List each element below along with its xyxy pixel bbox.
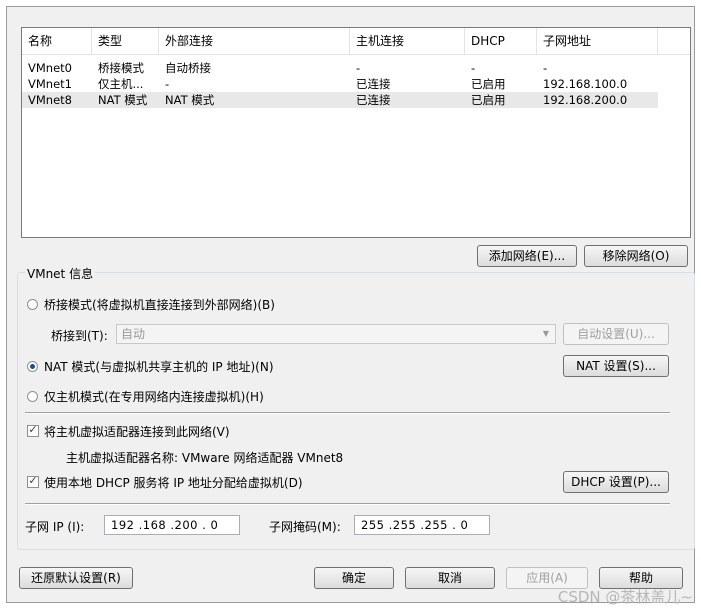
cell-external: NAT 模式 (165, 93, 215, 107)
network-list[interactable]: 名称 类型 外部连接 主机连接 DHCP 子网地址 VMnet0 桥接模式 自动… (21, 27, 691, 238)
network-list-header: 名称 类型 外部连接 主机连接 DHCP 子网地址 (22, 28, 690, 55)
check-icon: ✓ (28, 474, 38, 487)
cell-type: NAT 模式 (98, 93, 148, 107)
remove-network-button[interactable]: 移除网络(O) (584, 245, 688, 267)
nat-mode-label[interactable]: NAT 模式(与虚拟机共享主机的 IP 地址)(N) (44, 358, 274, 375)
chevron-down-icon: ▼ (542, 329, 549, 338)
cell-subnet: 192.168.100.0 (543, 77, 628, 91)
use-dhcp-label[interactable]: 使用本地 DHCP 服务将 IP 地址分配给虚拟机(D) (44, 474, 303, 491)
bridge-to-value: 自动 (121, 327, 146, 341)
divider (25, 412, 670, 414)
cell-host: 已连接 (356, 77, 391, 91)
column-header-host[interactable]: 主机连接 (350, 28, 465, 54)
cell-external: 自动桥接 (165, 61, 211, 75)
hostonly-mode-radio[interactable] (27, 391, 38, 402)
nat-settings-button[interactable]: NAT 设置(S)... (563, 355, 669, 377)
cell-subnet: 192.168.200.0 (543, 93, 628, 107)
watermark: CSDN @茶林盖儿~ (557, 588, 693, 606)
cell-external: - (165, 77, 170, 91)
add-network-button[interactable]: 添加网络(E)... (477, 245, 577, 267)
virtual-network-editor-dialog: 名称 类型 外部连接 主机连接 DHCP 子网地址 VMnet0 桥接模式 自动… (6, 6, 695, 603)
restore-defaults-button[interactable]: 还原默认设置(R) (19, 567, 133, 589)
ok-button[interactable]: 确定 (314, 567, 394, 589)
subnet-ip-input[interactable]: 192 .168 .200 . 0 (104, 515, 240, 535)
use-dhcp-checkbox[interactable]: ✓ (27, 474, 39, 488)
table-row[interactable]: VMnet0 桥接模式 自动桥接 - - - (22, 60, 658, 76)
column-header-name[interactable]: 名称 (22, 28, 92, 54)
cell-subnet: - (543, 61, 548, 75)
nat-mode-radio[interactable] (27, 361, 38, 372)
subnet-ip-label: 子网 IP (I): (25, 520, 85, 534)
column-header-dhcp[interactable]: DHCP (465, 28, 537, 54)
column-header-subnet[interactable]: 子网地址 (537, 28, 658, 54)
cell-type: 桥接模式 (98, 61, 144, 75)
bridge-to-select[interactable]: 自动 ▼ (116, 324, 556, 344)
cell-dhcp: 已启用 (471, 77, 506, 91)
subnet-mask-label: 子网掩码(M): (269, 520, 341, 534)
connect-adapter-label[interactable]: 将主机虚拟适配器连接到此网络(V) (44, 423, 230, 440)
divider (25, 503, 670, 505)
bridged-mode-label[interactable]: 桥接模式(将虚拟机直接连接到外部网络)(B) (44, 296, 275, 313)
bridge-to-label: 桥接到(T): (51, 329, 108, 343)
cell-host: 已连接 (356, 93, 391, 107)
cell-dhcp: - (471, 61, 476, 75)
cell-host: - (356, 61, 361, 75)
auto-settings-button[interactable]: 自动设置(U)... (563, 323, 669, 345)
dhcp-settings-button[interactable]: DHCP 设置(P)... (563, 471, 669, 493)
cell-dhcp: 已启用 (471, 93, 506, 107)
cell-name: VMnet8 (28, 93, 72, 107)
connect-adapter-checkbox[interactable]: ✓ (27, 423, 39, 437)
hostonly-mode-label[interactable]: 仅主机模式(在专用网络内连接虚拟机)(H) (44, 388, 264, 405)
column-header-type[interactable]: 类型 (92, 28, 159, 54)
cell-name: VMnet0 (28, 61, 72, 75)
bridged-mode-radio[interactable] (27, 299, 38, 310)
cell-name: VMnet1 (28, 77, 72, 91)
vmnet-info-group (17, 272, 695, 550)
subnet-mask-input[interactable]: 255 .255 .255 . 0 (354, 515, 490, 535)
vmnet-info-title: VMnet 信息 (25, 265, 96, 282)
adapter-name-text: 主机虚拟适配器名称: VMware 网络适配器 VMnet8 (66, 451, 344, 465)
check-icon: ✓ (28, 423, 38, 436)
cancel-button[interactable]: 取消 (405, 567, 495, 589)
table-row-selected[interactable]: VMnet8 NAT 模式 NAT 模式 已连接 已启用 192.168.200… (22, 92, 658, 108)
column-header-external[interactable]: 外部连接 (159, 28, 350, 54)
cell-type: 仅主机... (98, 77, 144, 91)
table-row[interactable]: VMnet1 仅主机... - 已连接 已启用 192.168.100.0 (22, 76, 658, 92)
